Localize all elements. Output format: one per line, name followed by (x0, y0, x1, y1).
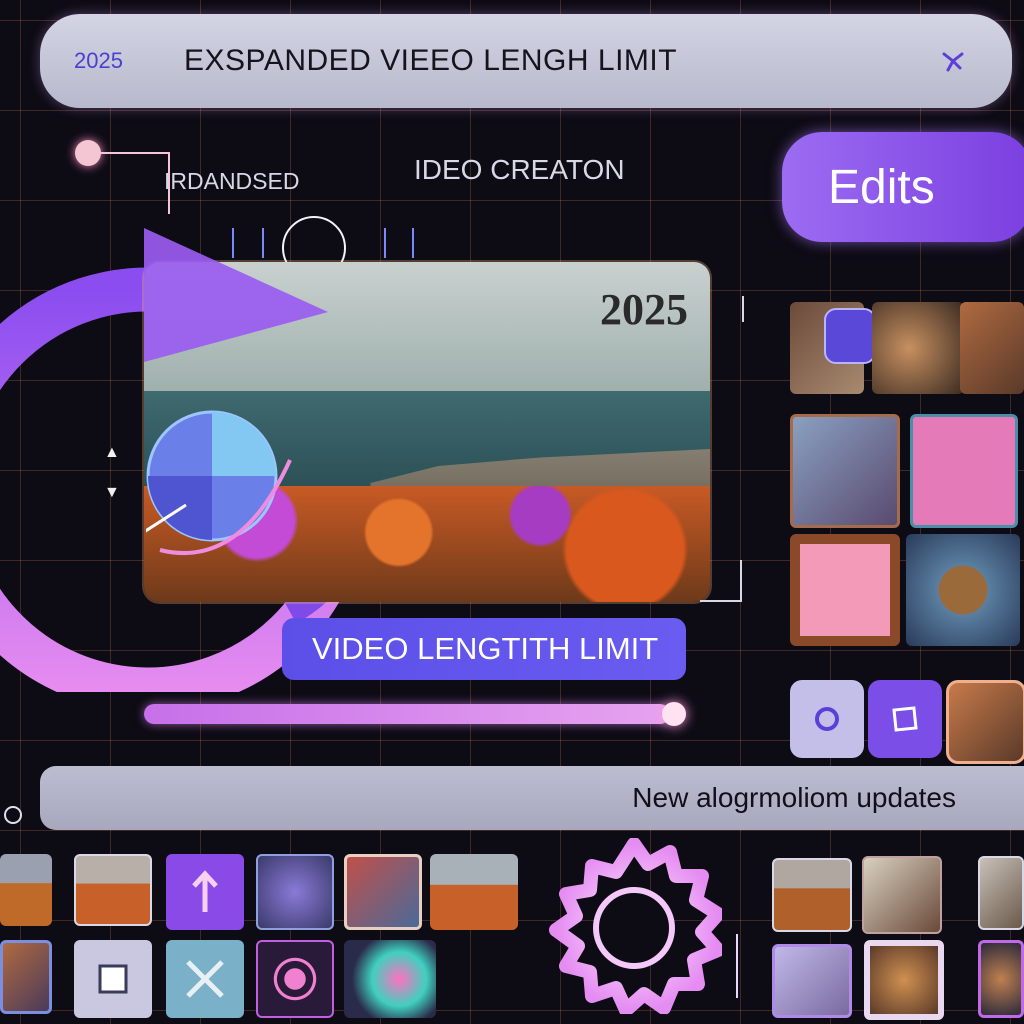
upload-thumbnail[interactable] (166, 854, 244, 930)
thumbnail[interactable] (790, 414, 900, 528)
thumbnail[interactable] (872, 302, 964, 394)
corner-bracket (740, 560, 742, 602)
tools-thumbnail[interactable] (166, 940, 244, 1018)
play-icon[interactable] (144, 228, 328, 362)
thumbnail[interactable] (910, 414, 1018, 528)
thumbnail[interactable] (862, 856, 942, 934)
thumbnail[interactable] (0, 854, 52, 926)
top-title-bar: 2025 EXSPANDED VIEEO LENGH LIMIT (40, 14, 1012, 108)
update-bar-label: New alogrmoliom updates (632, 782, 956, 813)
progress-track[interactable] (144, 704, 670, 724)
thumbnail[interactable] (790, 534, 900, 646)
header-title: EXSPANDED VIEEO LENGH LIMIT (184, 44, 678, 77)
thumbnail[interactable] (256, 854, 334, 930)
connector-line (100, 152, 170, 154)
arrow-up-icon (192, 870, 218, 912)
tools-icon (186, 960, 224, 998)
thumbnail[interactable] (0, 940, 52, 1014)
thumbnail[interactable] (906, 534, 1020, 646)
crop-icon (892, 706, 918, 732)
divider-line (736, 934, 738, 998)
circle-icon (815, 707, 839, 731)
pink-arc (159, 459, 292, 556)
timeline-tick (384, 228, 386, 258)
edits-button-label: Edits (828, 160, 935, 214)
progress-knob[interactable] (662, 702, 686, 726)
thumbnail[interactable] (864, 940, 944, 1020)
label-center: IDEO CREATON (414, 154, 625, 185)
limit-pill-label: VIDEO LENGTITH LIMIT (312, 631, 659, 666)
target-thumbnail[interactable] (256, 940, 334, 1018)
thumbnail[interactable] (430, 854, 518, 930)
stop-thumbnail[interactable] (74, 940, 152, 1018)
corner-bracket (700, 600, 742, 602)
record-button[interactable] (790, 680, 864, 758)
video-length-limit-button[interactable]: VIDEO LENGTITH LIMIT (282, 618, 686, 680)
timeline-tick (412, 228, 414, 258)
thumbnail[interactable] (772, 858, 852, 932)
arrow-down-icon[interactable]: ▼ (104, 484, 120, 502)
label-left: IRDANDSED (164, 168, 300, 194)
close-icon[interactable] (938, 46, 968, 76)
connector-dot (75, 140, 101, 166)
gear-icon[interactable] (546, 838, 722, 1014)
timeline-tick (742, 296, 744, 322)
lock-thumbnail[interactable] (824, 308, 876, 364)
small-ring (4, 806, 22, 824)
thumbnail-button[interactable] (946, 680, 1024, 764)
crop-button[interactable] (868, 680, 942, 758)
thumbnail[interactable] (772, 944, 852, 1018)
arrow-up-icon[interactable]: ▲ (104, 444, 120, 462)
thumbnail[interactable] (978, 856, 1024, 930)
thumbnail[interactable] (978, 940, 1024, 1018)
stop-icon (98, 964, 128, 994)
thumbnail[interactable] (344, 854, 422, 930)
thumbnail[interactable] (960, 302, 1024, 394)
header-year: 2025 (74, 48, 123, 73)
video-year-overlay: 2025 (600, 285, 688, 334)
thumbnail[interactable] (74, 854, 152, 926)
algorithm-updates-bar: New alogrmoliom updates (40, 766, 1024, 830)
thumbnail[interactable] (344, 940, 436, 1018)
edits-button[interactable]: Edits (782, 132, 1024, 242)
